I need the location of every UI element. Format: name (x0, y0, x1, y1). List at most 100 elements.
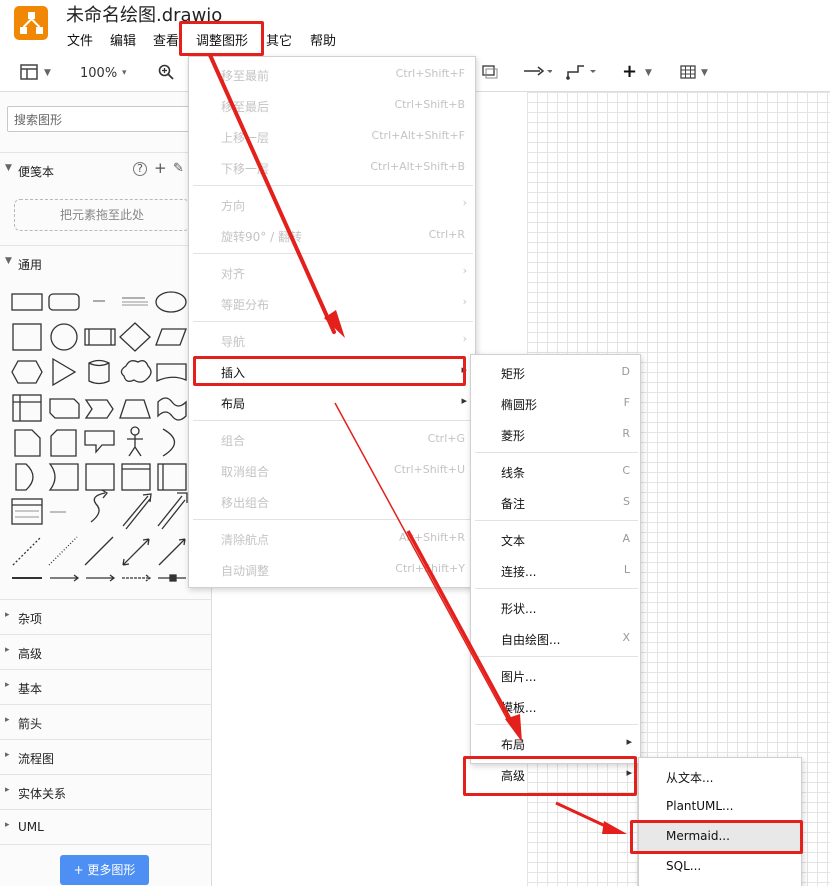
note-shape-icon[interactable] (14, 429, 41, 457)
advanced-menu-item-0[interactable]: 从文本... (639, 761, 801, 792)
rounded-rectangle-shape-icon[interactable] (48, 293, 80, 311)
section-arrows[interactable]: ▸ 箭头 (0, 704, 212, 738)
connector-line-icon[interactable] (86, 574, 116, 582)
container-shape-icon[interactable] (12, 394, 42, 422)
square-shape-icon[interactable] (12, 323, 42, 351)
arrange-menu-item-8: 导航 › (189, 325, 475, 356)
insert-menu-item-10[interactable]: 模板... (471, 691, 640, 722)
more-shapes-button[interactable]: + 更多图形 (60, 855, 149, 885)
zoom-in-icon[interactable] (158, 64, 174, 84)
section-misc[interactable]: ▸ 杂项 (0, 599, 212, 633)
waypoint-style-icon[interactable] (566, 64, 598, 84)
insert-plus-icon[interactable]: + (622, 61, 637, 82)
highlight-insert-item (193, 356, 466, 386)
section-entity-relation[interactable]: ▸ 实体关系 (0, 774, 212, 808)
arrow-line-icon[interactable] (50, 574, 80, 582)
chevron-right-icon: › (462, 264, 467, 277)
insert-menu-item-8[interactable]: 自由绘图... X (471, 623, 640, 654)
tape-shape-icon[interactable] (157, 397, 187, 421)
chevron-down-icon[interactable]: ▼ (44, 68, 51, 78)
insert-menu-item-shortcut: S (623, 495, 630, 508)
step-shape-icon[interactable] (84, 399, 114, 419)
arrange-menu-item-label: 移出组合 (221, 496, 270, 510)
section-general[interactable]: ▼ 通用 (0, 245, 212, 279)
advanced-menu-item-1[interactable]: PlantUML... (639, 791, 801, 822)
section-basic[interactable]: ▸ 基本 (0, 669, 212, 703)
trapezoid-shape-icon[interactable] (119, 399, 151, 419)
add-icon[interactable]: + (154, 159, 167, 177)
ellipse-shape-icon[interactable] (155, 291, 187, 313)
menu-extras[interactable]: 其它 (266, 30, 292, 49)
cloud-shape-icon[interactable] (120, 360, 152, 383)
triangle-shape-icon[interactable] (52, 357, 77, 387)
section-uml[interactable]: ▸ UML (0, 809, 212, 843)
circle-shape-icon[interactable] (50, 323, 78, 351)
insert-menu-item-11[interactable]: 布局 ▸ (471, 728, 640, 759)
arrange-menu-item-shortcut: Ctrl+Alt+Shift+B (370, 160, 465, 173)
scratchpad-drop-zone[interactable]: 把元素拖至此处 (14, 199, 190, 231)
actor-shape-icon[interactable] (130, 426, 140, 436)
dashed-arrow-icon[interactable] (122, 574, 152, 582)
search-input[interactable]: 搜索图形 (7, 106, 197, 132)
arrange-menu-item-10[interactable]: 布局 ▸ (189, 387, 475, 418)
insert-menu-item-9[interactable]: 图片... (471, 660, 640, 691)
chevron-right-icon: ▸ (461, 394, 467, 407)
section-scratchpad[interactable]: ▼ 便笺本 ? + ✎ (0, 152, 212, 186)
section-flowchart-label: 流程图 (18, 752, 55, 766)
table-icon[interactable] (680, 65, 696, 83)
double-arrow-shape-icon[interactable] (122, 495, 151, 530)
format-panel-icon[interactable] (20, 64, 38, 84)
section-advanced[interactable]: ▸ 高级 (0, 634, 212, 668)
insert-menu-item-label: 线条 (501, 466, 526, 480)
or-shape-icon[interactable] (162, 428, 176, 457)
rectangle-shape-icon[interactable] (11, 293, 43, 311)
frame-shape-icon[interactable] (121, 463, 151, 491)
help-icon[interactable]: ? (133, 162, 147, 176)
document-shape-icon[interactable] (156, 363, 187, 383)
insert-menu-item-4[interactable]: 备注 S (471, 487, 640, 518)
insert-menu-item-6[interactable]: 连接... L (471, 555, 640, 586)
advanced-menu-item-3[interactable]: SQL... (639, 851, 801, 882)
callout-shape-icon[interactable] (84, 430, 115, 454)
parallelogram-shape-icon[interactable] (155, 328, 187, 346)
table-chevron-icon[interactable]: ▼ (701, 68, 708, 78)
arrange-menu-item-label: 导航 (221, 335, 246, 349)
arrange-menu-item-3: 下移一层 Ctrl+Alt+Shift+B (189, 152, 475, 183)
arrange-menu-item-label: 移至最前 (221, 69, 270, 83)
insert-menu-item-1[interactable]: 椭圆形 F (471, 388, 640, 419)
shadow-icon[interactable] (482, 65, 498, 83)
hexagon-shape-icon[interactable] (11, 360, 43, 384)
menu-view[interactable]: 查看 (153, 30, 179, 49)
insert-menu-item-2[interactable]: 菱形 R (471, 419, 640, 450)
dotted-line-shape-icon[interactable] (48, 536, 78, 566)
dashed-line-shape-icon[interactable] (12, 536, 42, 566)
arrow-shape-icon[interactable] (157, 495, 186, 530)
insert-menu-item-5[interactable]: 文本 A (471, 524, 640, 555)
edit-pencil-icon[interactable]: ✎ (173, 161, 184, 176)
bidirectional-connector-icon[interactable] (122, 538, 150, 566)
cube-shape-icon[interactable] (49, 398, 80, 419)
internal-storage-shape-icon[interactable] (85, 463, 115, 491)
zoom-level[interactable]: 100% (80, 66, 117, 81)
card-shape-icon[interactable] (50, 429, 77, 457)
insert-menu-item-0[interactable]: 矩形 D (471, 357, 640, 388)
shape-palette[interactable] (0, 282, 212, 592)
menu-help[interactable]: 帮助 (310, 30, 336, 49)
zoom-chevron-down-icon[interactable]: ▾ (122, 68, 127, 78)
line-shape-icon[interactable] (84, 536, 114, 566)
arrange-menu-item-label: 组合 (221, 434, 246, 448)
delay-shape-icon[interactable] (15, 463, 34, 491)
menu-edit[interactable]: 编辑 (110, 30, 136, 49)
diamond-shape-icon[interactable] (119, 322, 151, 352)
data-storage-shape-icon[interactable] (48, 463, 79, 491)
section-flowchart[interactable]: ▸ 流程图 (0, 739, 212, 773)
arrange-menu-item-shortcut: Ctrl+Shift+F (395, 67, 465, 80)
insert-menu-item-3[interactable]: 线条 C (471, 456, 640, 487)
list-shape-icon[interactable] (11, 498, 43, 525)
insert-menu-item-7[interactable]: 形状... (471, 592, 640, 623)
menu-file[interactable]: 文件 (67, 30, 93, 49)
insert-chevron-icon[interactable]: ▼ (645, 68, 652, 78)
connection-arrow-icon[interactable] (524, 64, 553, 82)
module-shape-icon[interactable] (157, 463, 187, 491)
directional-connector-icon[interactable] (158, 538, 186, 566)
